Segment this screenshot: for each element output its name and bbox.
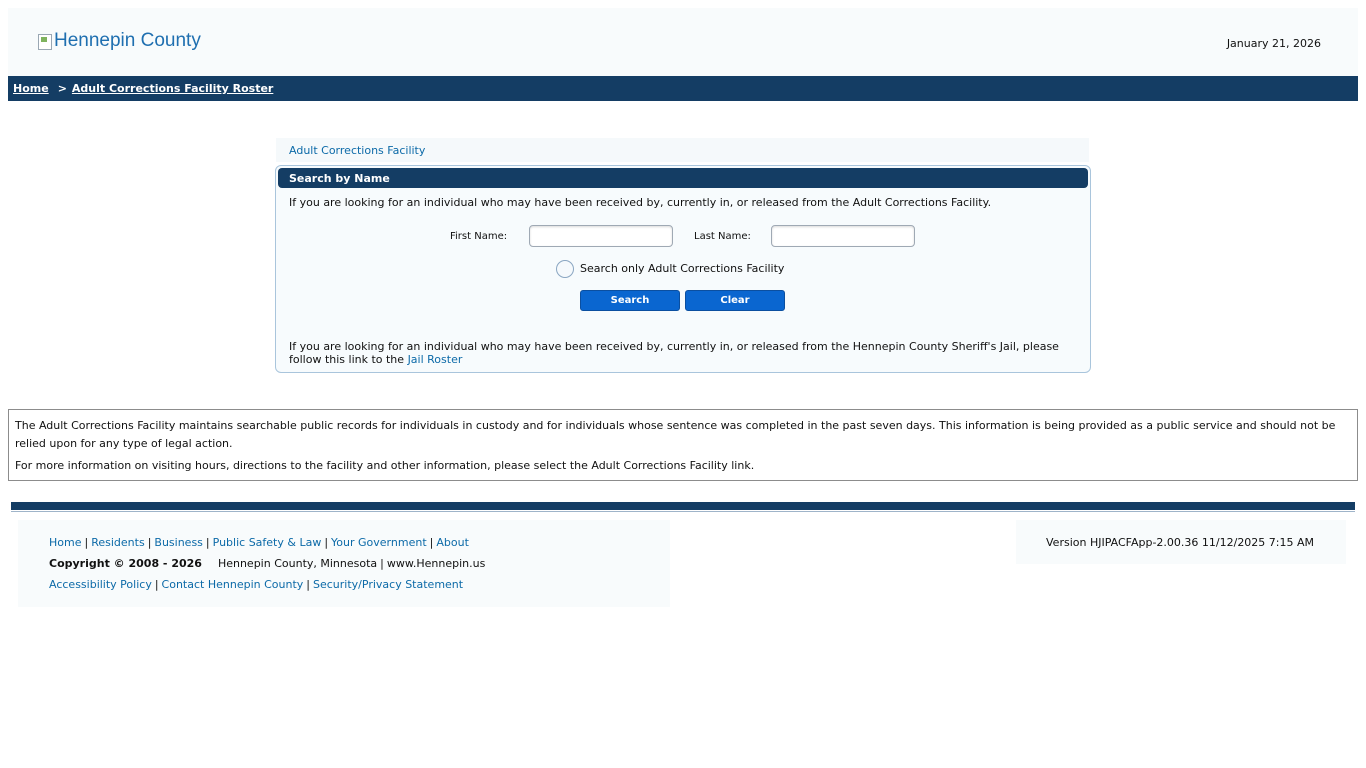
footer-link-public-safety[interactable]: Public Safety & Law: [213, 536, 322, 549]
page-header: Hennepin County January 21, 2026: [8, 8, 1358, 76]
search-description: If you are looking for an individual who…: [289, 196, 992, 209]
breadcrumb: Home > Adult Corrections Facility Roster: [8, 76, 1358, 101]
public-records-notice: The Adult Corrections Facility maintains…: [8, 409, 1358, 481]
jail-roster-link[interactable]: Jail Roster: [408, 353, 463, 366]
facility-only-radio[interactable]: [556, 260, 574, 278]
first-name-label: First Name:: [450, 231, 508, 242]
footer-link-privacy[interactable]: Security/Privacy Statement: [313, 578, 463, 591]
footer-link-business[interactable]: Business: [154, 536, 203, 549]
panel-title-bar: Adult Corrections Facility: [276, 138, 1089, 162]
app-version: Version HJIPACFApp-2.00.36 11/12/2025 7:…: [1046, 536, 1315, 549]
search-by-name-panel: Search by Name If you are looking for an…: [275, 165, 1091, 373]
footer-link-about[interactable]: About: [436, 536, 469, 549]
jail-roster-note-text: If you are looking for an individual who…: [289, 340, 1059, 366]
footer-policy-links: Accessibility Policy | Contact Hennepin Co…: [49, 578, 464, 591]
search-panel-header: Search by Name: [278, 168, 1088, 188]
broken-image-icon: [38, 34, 52, 50]
footer-copyright-row: Copyright © 2008 - 2026 Hennepin County, …: [49, 557, 486, 570]
county-website: www.Hennepin.us: [386, 557, 486, 570]
jail-roster-note: If you are looking for an individual who…: [289, 340, 1069, 366]
search-button[interactable]: Search: [580, 290, 680, 311]
logo-alt-text: Hennepin County: [54, 30, 201, 51]
footer-link-government[interactable]: Your Government: [331, 536, 427, 549]
copyright-text: Copyright © 2008 - 2026: [49, 557, 202, 570]
hennepin-county-logo-link[interactable]: Hennepin County: [38, 30, 201, 52]
panel-title: Adult Corrections Facility: [289, 144, 426, 157]
breadcrumb-separator: >: [57, 82, 67, 95]
footer-divider: [11, 502, 1355, 510]
footer-links: Home | Residents | Business | Public Safety & …: [18, 520, 670, 607]
clear-button[interactable]: Clear: [685, 290, 785, 311]
footer-link-accessibility[interactable]: Accessibility Policy: [49, 578, 152, 591]
last-name-input[interactable]: [771, 225, 915, 247]
notice-paragraph-2: For more information on visiting hours, …: [15, 459, 755, 472]
search-panel-heading: Search by Name: [289, 172, 390, 185]
breadcrumb-home-link[interactable]: Home: [13, 82, 49, 95]
footer-nav: Home | Residents | Business | Public Safety & …: [49, 536, 469, 549]
last-name-label: Last Name:: [694, 231, 751, 242]
version-box: Version HJIPACFApp-2.00.36 11/12/2025 7:…: [1016, 520, 1346, 564]
breadcrumb-roster-link[interactable]: Adult Corrections Facility Roster: [72, 82, 273, 95]
county-location: Hennepin County, Minnesota: [217, 557, 378, 570]
footer-link-home[interactable]: Home: [49, 536, 81, 549]
footer-link-residents[interactable]: Residents: [91, 536, 144, 549]
footer-divider-line: [11, 511, 1355, 512]
current-date: January 21, 2026: [1226, 37, 1321, 50]
facility-only-label[interactable]: Search only Adult Corrections Facility: [580, 262, 784, 275]
first-name-input[interactable]: [529, 225, 673, 247]
footer-link-contact[interactable]: Contact Hennepin County: [162, 578, 304, 591]
notice-paragraph-1: The Adult Corrections Facility maintains…: [15, 419, 1336, 450]
